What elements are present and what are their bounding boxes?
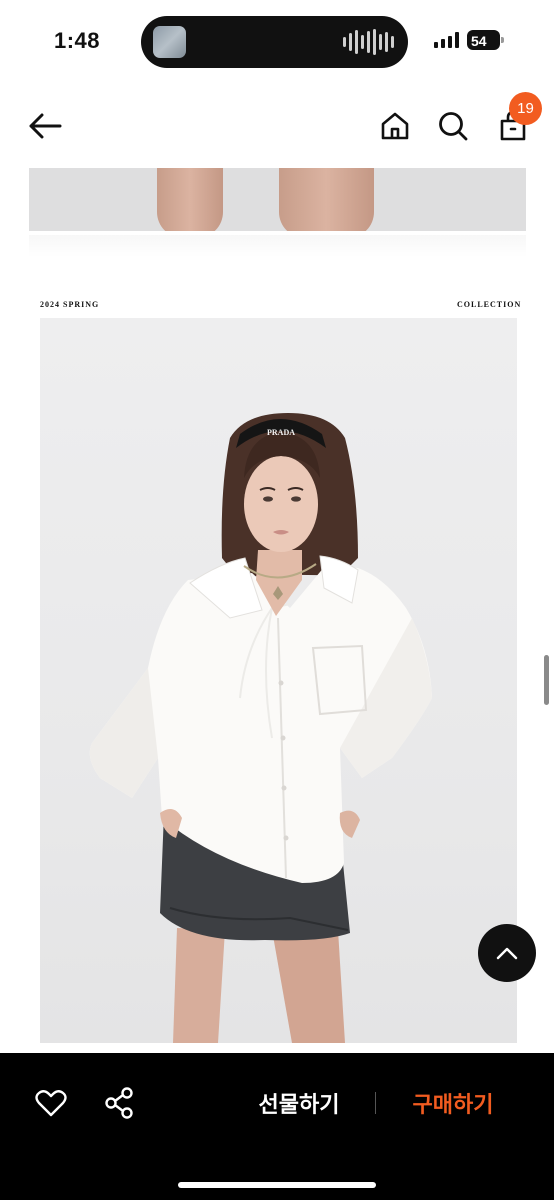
status-time: 1:48 <box>54 28 101 53</box>
previous-product-image <box>29 168 526 231</box>
search-icon <box>439 112 468 141</box>
home-indicator <box>178 1182 376 1188</box>
home-button[interactable] <box>374 104 416 148</box>
buy-button[interactable]: 구매하기 <box>400 1083 506 1123</box>
battery-level: 54 <box>471 33 487 49</box>
cart-count-badge: 19 <box>509 92 542 125</box>
chevron-up-icon <box>496 947 518 960</box>
scrollbar-thumb[interactable] <box>544 655 549 705</box>
like-button[interactable] <box>30 1083 72 1123</box>
bottom-bar-divider <box>375 1092 376 1114</box>
status-bar: 1:48 54 <box>0 0 554 82</box>
gift-button[interactable]: 선물하기 <box>246 1083 352 1123</box>
dynamic-island <box>141 16 408 68</box>
share-button[interactable] <box>98 1083 140 1123</box>
product-image: PRADA <box>40 318 517 1043</box>
headband-logo-text: PRADA <box>267 428 295 437</box>
heart-icon <box>35 1090 67 1117</box>
bottom-action-bar: 선물하기 구매하기 <box>0 1053 554 1200</box>
cellular-signal-icon <box>434 32 459 48</box>
scroll-to-top-button[interactable] <box>478 924 536 982</box>
collection-label: COLLECTION <box>457 300 522 309</box>
now-playing-artwork <box>153 26 186 58</box>
search-button[interactable] <box>432 104 474 148</box>
home-icon <box>381 112 409 140</box>
back-button[interactable] <box>22 104 68 148</box>
arrow-left-icon <box>29 113 62 139</box>
share-icon <box>105 1087 133 1119</box>
audio-waveform-icon <box>343 28 394 56</box>
top-navigation <box>0 90 554 162</box>
collection-season-label: 2024 SPRING <box>40 300 100 309</box>
battery-icon: 54 <box>467 30 504 50</box>
